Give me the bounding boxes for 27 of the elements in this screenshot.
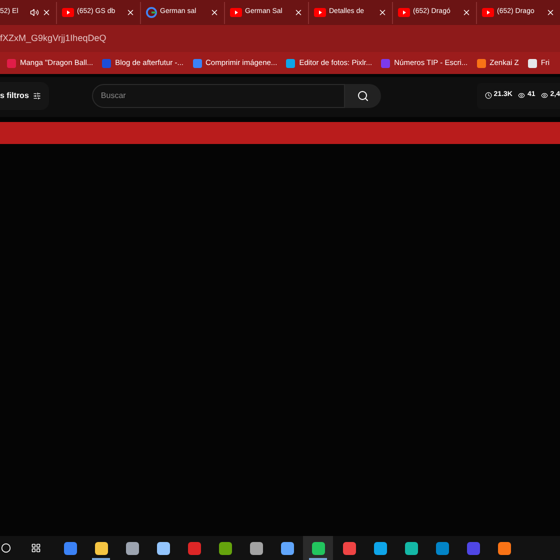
sliders-icon — [32, 92, 41, 100]
play-icon — [314, 8, 326, 17]
address-bar[interactable]: fXZxM_G9kgVrjj1IheqDeQ — [0, 25, 560, 52]
filters-button[interactable]: s filtros — [0, 82, 49, 110]
eye-icon — [518, 92, 526, 99]
search-icon — [356, 90, 369, 102]
close-icon[interactable] — [294, 8, 303, 17]
close-icon[interactable] — [378, 8, 387, 17]
task-view-icon[interactable] — [31, 543, 41, 553]
g-logo-icon — [146, 7, 157, 18]
play-icon — [482, 8, 494, 17]
url-text: fXZxM_G9kgVrjj1IheqDeQ — [0, 32, 106, 45]
eye-icon — [541, 92, 548, 99]
search-field[interactable]: Buscar — [92, 84, 345, 108]
close-icon[interactable] — [42, 8, 51, 17]
speaker-icon[interactable] — [30, 8, 39, 17]
close-icon[interactable] — [546, 8, 555, 17]
search-button[interactable] — [344, 84, 381, 108]
play-icon — [230, 8, 242, 17]
close-icon[interactable] — [462, 8, 471, 17]
search-circle-icon[interactable] — [1, 543, 11, 553]
close-icon[interactable] — [126, 8, 135, 17]
close-icon[interactable] — [210, 8, 219, 17]
taskbar-app[interactable] — [303, 536, 333, 560]
play-icon — [398, 8, 410, 17]
play-icon — [62, 8, 74, 17]
clock-icon — [484, 92, 492, 99]
